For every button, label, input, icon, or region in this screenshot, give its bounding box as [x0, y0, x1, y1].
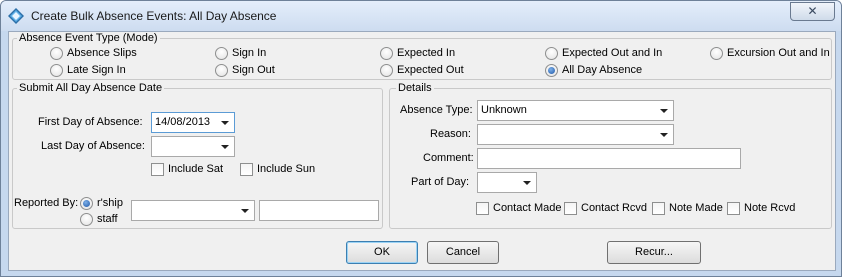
radio-sign-in[interactable]: [215, 47, 228, 60]
title-bar[interactable]: Create Bulk Absence Events: All Day Abse…: [1, 1, 841, 31]
include-sat-label: Include Sat: [168, 163, 224, 175]
dialog-window: Create Bulk Absence Events: All Day Abse…: [0, 0, 842, 277]
note-rcvd-label: Note Rcvd: [744, 202, 796, 214]
radio-sign-out-label: Sign Out: [232, 64, 275, 76]
diamond-app-icon: [8, 8, 24, 24]
radio-expected-in[interactable]: [380, 47, 393, 60]
radio-sign-out[interactable]: [215, 64, 228, 77]
contact-rcvd-label: Contact Rcvd: [581, 202, 648, 214]
radio-excursion-out-and-in-label: Excursion Out and In: [727, 47, 830, 59]
chevron-down-icon: [241, 209, 249, 213]
dialog-client: Absence Event Type (Mode) Absence Slips …: [8, 31, 836, 271]
reason-select[interactable]: [477, 124, 674, 145]
radio-all-day-absence-label: All Day Absence: [562, 64, 643, 76]
radio-absence-slips-label: Absence Slips: [67, 47, 137, 59]
reason-label: Reason:: [430, 128, 471, 140]
include-sun-label: Include Sun: [257, 163, 316, 175]
radio-expected-in-label: Expected In: [397, 47, 456, 59]
first-day-date-picker[interactable]: 14/08/2013: [151, 112, 235, 133]
radio-expected-out-label: Expected Out: [397, 64, 464, 76]
include-sun-checkbox[interactable]: [240, 163, 253, 176]
first-day-value: 14/08/2013: [155, 116, 211, 128]
mode-group: Absence Event Type (Mode) Absence Slips …: [12, 32, 832, 80]
comment-label: Comment:: [423, 152, 474, 164]
absence-type-label: Absence Type:: [400, 104, 473, 116]
close-icon: ✕: [807, 4, 818, 18]
contact-rcvd-checkbox[interactable]: [564, 202, 577, 215]
include-sat-checkbox[interactable]: [151, 163, 164, 176]
note-made-label: Note Made: [669, 202, 723, 214]
radio-expected-out[interactable]: [380, 64, 393, 77]
note-rcvd-checkbox[interactable]: [727, 202, 740, 215]
radio-expected-out-and-in[interactable]: [545, 47, 558, 60]
last-day-date-picker[interactable]: [151, 136, 235, 157]
chevron-down-icon: [221, 121, 229, 125]
chevron-down-icon: [660, 109, 668, 113]
radio-excursion-out-and-in[interactable]: [710, 47, 723, 60]
first-day-label: First Day of Absence:: [38, 116, 143, 128]
radio-absence-slips[interactable]: [50, 47, 63, 60]
reported-by-label: Reported By:: [14, 197, 79, 209]
radio-reported-by-rship[interactable]: [80, 197, 93, 210]
submit-date-legend: Submit All Day Absence Date: [17, 82, 165, 94]
radio-late-sign-in[interactable]: [50, 64, 63, 77]
radio-reported-by-staff-label: staff: [97, 213, 118, 225]
radio-sign-in-label: Sign In: [232, 47, 267, 59]
window-title: Create Bulk Absence Events: All Day Abse…: [31, 9, 277, 23]
part-of-day-label: Part of Day:: [411, 176, 470, 188]
radio-late-sign-in-label: Late Sign In: [67, 64, 126, 76]
absence-type-value: Unknown: [481, 104, 527, 116]
mode-legend: Absence Event Type (Mode): [17, 32, 160, 44]
contact-made-checkbox[interactable]: [476, 202, 489, 215]
last-day-label: Last Day of Absence:: [41, 140, 145, 152]
reporter-select[interactable]: [131, 200, 255, 221]
recur-button[interactable]: Recur...: [607, 241, 701, 264]
details-legend: Details: [396, 82, 434, 94]
submit-date-group: Submit All Day Absence Date First Day of…: [12, 82, 383, 229]
radio-expected-out-and-in-label: Expected Out and In: [562, 47, 663, 59]
radio-all-day-absence[interactable]: [545, 64, 558, 77]
close-button[interactable]: ✕: [790, 2, 835, 21]
reporter-name-field[interactable]: [259, 200, 379, 221]
absence-type-select[interactable]: Unknown: [477, 100, 674, 121]
part-of-day-select[interactable]: [477, 172, 537, 193]
ok-button[interactable]: OK: [346, 241, 418, 264]
comment-field[interactable]: [477, 148, 741, 169]
contact-made-label: Contact Made: [493, 202, 562, 214]
radio-reported-by-rship-label: r'ship: [97, 197, 123, 209]
details-group: Details Absence Type: Unknown Reason: Co…: [389, 82, 832, 229]
cancel-button[interactable]: Cancel: [427, 241, 499, 264]
note-made-checkbox[interactable]: [652, 202, 665, 215]
radio-reported-by-staff[interactable]: [80, 213, 93, 226]
chevron-down-icon: [523, 181, 531, 185]
chevron-down-icon: [660, 133, 668, 137]
chevron-down-icon: [221, 145, 229, 149]
